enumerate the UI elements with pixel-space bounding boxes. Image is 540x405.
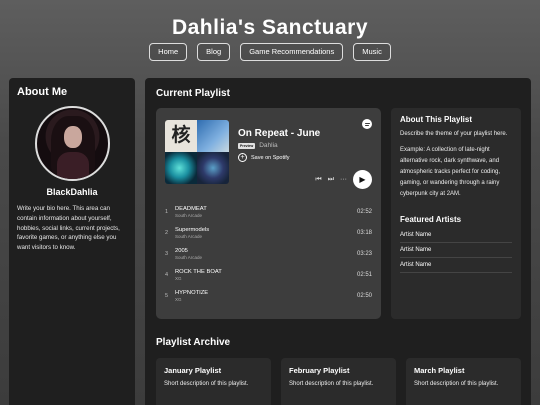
nav-blog-button[interactable]: Blog [197,43,231,61]
featured-artist-item: Artist Name [400,228,512,243]
track-row[interactable]: 4 ROCK THE BOAT XG 02:51 [165,264,372,285]
nav-home-button[interactable]: Home [149,43,188,61]
main-panel: Current Playlist 核 On Repeat - June Prev… [145,78,531,405]
playlist-archive-heading: Playlist Archive [156,337,231,348]
track-row[interactable]: 1 DEADMEAT South Arcade 02:52 [165,201,372,222]
about-me-panel: About Me BlackDahlia Write your bio here… [9,78,135,405]
next-track-icon[interactable]: ⏭ [328,176,334,184]
archive-cards: January Playlist Short description of th… [156,358,521,405]
archive-card-january[interactable]: January Playlist Short description of th… [156,358,271,405]
track-number: 1 [165,208,169,215]
track-name: DEADMEAT [175,205,207,212]
about-playlist-panel: About This Playlist Describe the theme o… [391,108,521,319]
track-name: Supermodels [175,226,210,233]
spotify-embed[interactable]: 核 On Repeat - June Preview Dahlia + Save… [156,108,381,319]
playlist-owner[interactable]: Dahlia [259,142,277,149]
archive-card-desc: Short description of this playlist. [289,381,374,387]
track-duration: 02:50 [356,292,372,299]
plus-circle-icon: + [238,153,247,162]
archive-card-desc: Short description of this playlist. [164,381,249,387]
archive-card-desc: Short description of this playlist. [414,381,499,387]
about-playlist-text: Describe the theme of your playlist here… [400,131,508,137]
archive-card-february[interactable]: February Playlist Short description of t… [281,358,396,405]
about-playlist-heading: About This Playlist [400,115,473,124]
more-options-icon[interactable]: ··· [340,176,347,183]
track-number: 4 [165,271,169,278]
track-artist: XG [175,275,182,281]
track-list: 1 DEADMEAT South Arcade 02:52 2 Supermode… [165,201,372,306]
nav-game-recommendations-button[interactable]: Game Recommendations [240,43,344,61]
previous-track-icon[interactable]: ⏮ [315,176,321,184]
track-duration: 03:18 [356,229,372,236]
featured-artist-item: Artist Name [400,243,512,258]
featured-artists-heading: Featured Artists [400,215,462,224]
track-row[interactable]: 5 HYPNOTIZE XG 02:50 [165,285,372,306]
track-name: HYPNOTIZE [175,289,209,296]
preview-badge: Preview [238,142,256,149]
playlist-cover[interactable]: 核 [165,120,229,184]
track-row[interactable]: 3 2005 South Arcade 03:23 [165,243,372,264]
about-me-heading: About Me [17,86,68,98]
track-duration: 02:51 [356,271,372,278]
archive-card-title: January Playlist [164,366,222,375]
play-button[interactable]: ▶ [353,170,372,189]
avatar [34,106,110,181]
nav-bar: Home Blog Game Recommendations Music [0,43,540,61]
save-label: Save on Spotify [251,154,290,161]
track-artist: South Arcade [175,233,203,239]
archive-card-title: February Playlist [289,366,350,375]
spotify-logo-icon[interactable] [362,119,372,129]
bio-text: Write your bio here. This area can conta… [17,205,120,252]
track-artist: XG [175,296,182,302]
featured-artist-item: Artist Name [400,258,512,273]
track-duration: 02:52 [356,208,372,215]
track-number: 5 [165,292,169,299]
nav-music-button[interactable]: Music [353,43,391,61]
track-duration: 03:23 [356,250,372,257]
track-name: ROCK THE BOAT [175,268,222,275]
save-on-spotify-button[interactable]: + Save on Spotify [238,153,372,162]
cover-glyph: 核 [165,120,197,152]
track-row[interactable]: 2 Supermodels South Arcade 03:18 [165,222,372,243]
current-playlist-heading: Current Playlist [156,88,230,99]
username: BlackDahlia [46,187,98,197]
site-title: Dahlia's Sanctuary [171,16,369,39]
track-number: 3 [165,250,169,257]
playlist-title[interactable]: On Repeat - June [238,128,372,139]
archive-card-title: March Playlist [414,366,465,375]
track-artist: South Arcade [175,254,203,260]
archive-card-march[interactable]: March Playlist Short description of this… [406,358,521,405]
track-number: 2 [165,229,169,236]
track-name: 2005 [175,247,188,254]
about-playlist-example: Example: A collection of late-night alte… [400,147,501,197]
track-artist: South Arcade [175,212,203,218]
